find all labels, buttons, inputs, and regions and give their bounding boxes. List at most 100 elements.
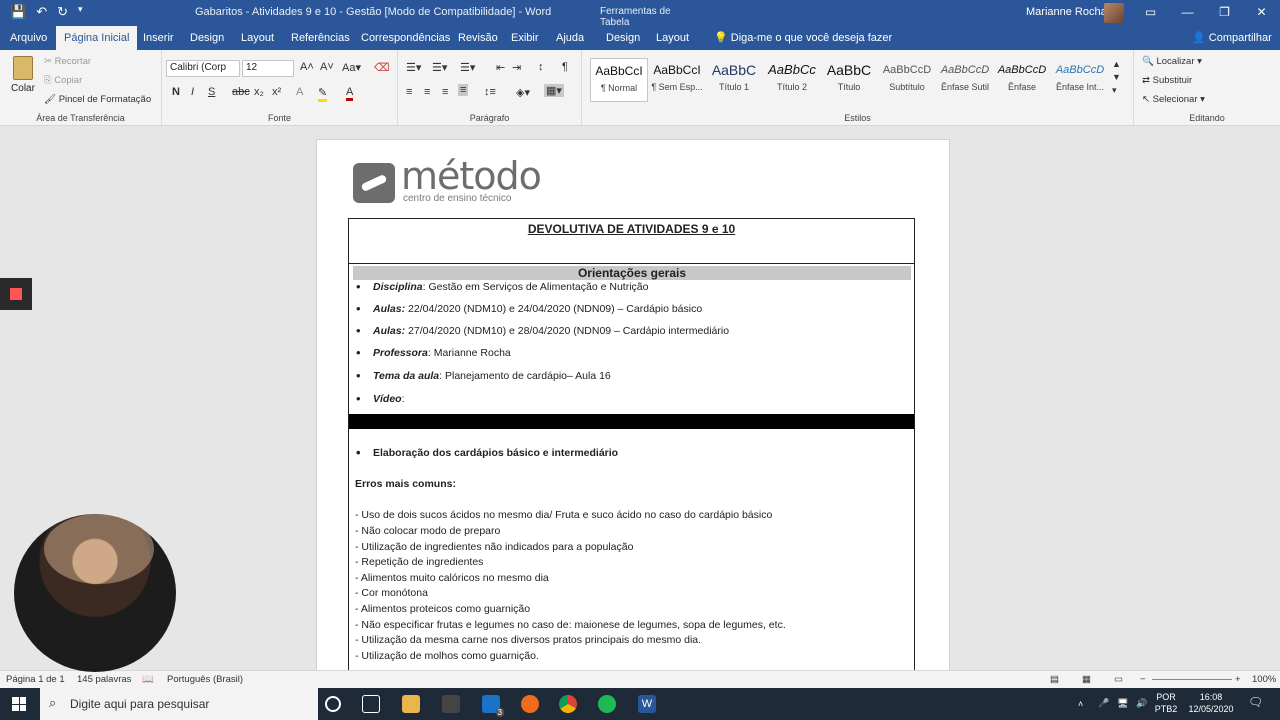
highlight-icon[interactable]: ✎ [318,86,328,102]
redo-icon[interactable]: ↻ [57,4,68,20]
zoom-in-icon[interactable]: + [1235,674,1241,685]
paste-button[interactable]: Colar [8,56,38,94]
style-heading-2[interactable]: AaBbCc Título 2 [763,58,821,102]
find-button[interactable]: 🔍 Localizar ▾ [1142,56,1202,67]
spotify-icon[interactable] [598,695,616,713]
mail-icon[interactable]: 3 [482,695,504,717]
font-color-icon[interactable]: A [346,86,354,101]
style-subtitle[interactable]: AaBbCcD Subtítulo [878,58,936,102]
tab-correspondencias[interactable]: Correspondências [353,26,458,50]
windows-start-icon[interactable] [12,697,26,711]
style-normal[interactable]: AaBbCcI ¶ Normal [590,58,648,102]
page-count[interactable]: Página 1 de 1 [6,674,65,685]
tab-revisao[interactable]: Revisão [450,26,506,50]
style-emphasis[interactable]: AaBbCcD Ênfase [993,58,1051,102]
multilevel-list-icon[interactable]: ☰▾ [460,61,475,74]
maximize-icon[interactable]: ❐ [1206,0,1243,26]
copy-button[interactable]: ⎘ Copiar [44,75,82,86]
notifications-icon[interactable]: 🗨 [1248,696,1263,708]
zoom-out-icon[interactable]: − [1140,674,1146,685]
ribbon-display-icon[interactable]: ▭ [1132,0,1169,26]
tab-layout[interactable]: Layout [233,26,282,50]
text-effects-icon[interactable]: A [296,86,303,98]
style-subtle-emphasis[interactable]: AaBbCcD Ênfase Sutil [936,58,994,102]
tab-table-design[interactable]: Design [598,26,648,50]
tab-design[interactable]: Design [182,26,232,50]
font-name-select[interactable]: Calibri (Corp [166,60,240,77]
tab-arquivo[interactable]: Arquivo [2,26,55,50]
document-table[interactable]: DEVOLUTIVA DE ATIVIDADES 9 e 10 Orientaç… [348,218,915,670]
cortana-icon[interactable] [325,696,341,712]
bold-icon[interactable]: N [172,86,180,98]
shading-icon[interactable]: ◈▾ [516,86,530,99]
chrome-icon[interactable] [559,695,577,713]
shrink-font-icon[interactable]: A˅ [320,61,334,73]
style-intense-emphasis[interactable]: AaBbCcD Ênfase Int... [1051,58,1109,102]
firefox-icon[interactable] [521,695,539,713]
volume-icon[interactable]: 🔊 [1136,697,1147,709]
read-mode-icon[interactable]: ▤ [1050,674,1059,685]
tab-exibir[interactable]: Exibir [503,26,547,50]
zoom-slider[interactable] [1152,679,1232,680]
strikethrough-icon[interactable]: abc [232,86,250,98]
clock[interactable]: 16:08 12/05/2020 [1186,691,1236,715]
document-page[interactable]: método centro de ensino técnico DEVOLUTI… [316,139,950,670]
style-title[interactable]: AaBbC Título [820,58,878,102]
language-indicator[interactable]: Português (Brasil) [167,674,243,685]
format-painter-button[interactable]: 🖌 Pincel de Formatação [44,94,151,105]
tab-referencias[interactable]: Referências [283,26,358,50]
change-case-icon[interactable]: Aa▾ [342,61,361,74]
sort-icon[interactable]: ↕ [538,61,544,73]
decrease-indent-icon[interactable]: ⇤ [496,61,505,74]
network-icon[interactable]: 🖥 [1117,697,1128,709]
replace-button[interactable]: ⇄ Substituir [1142,75,1192,86]
tab-ajuda[interactable]: Ajuda [548,26,592,50]
document-canvas[interactable]: método centro de ensino técnico DEVOLUTI… [0,126,1280,670]
tab-table-layout[interactable]: Layout [648,26,697,50]
align-left-icon[interactable]: ≡ [406,86,412,98]
tell-me-box[interactable]: 💡 Diga-me o que você deseja fazer [706,26,900,50]
customize-qat-icon[interactable]: ▾ [78,4,83,20]
superscript-icon[interactable]: x² [272,86,281,98]
avatar[interactable] [1104,3,1124,23]
style-no-spacing[interactable]: AaBbCcI ¶ Sem Esp... [648,58,706,102]
font-size-select[interactable]: 12 [242,60,294,77]
task-view-icon[interactable] [362,695,380,713]
pilcrow-icon[interactable]: ¶ [562,61,568,73]
input-language[interactable]: POR PTB2 [1152,691,1180,715]
save-icon[interactable]: 💾 [10,4,26,20]
subscript-icon[interactable]: x₂ [254,86,264,98]
user-name[interactable]: Marianne Rocha [1026,6,1107,18]
close-icon[interactable]: ✕ [1243,0,1280,26]
word-count[interactable]: 145 palavras [77,674,131,685]
show-hidden-icons-icon[interactable]: ˄ [1078,698,1083,710]
store-icon[interactable] [442,695,460,713]
italic-icon[interactable]: I [191,86,194,98]
file-explorer-icon[interactable] [402,695,420,713]
increase-indent-icon[interactable]: ⇥ [512,61,521,74]
minimize-icon[interactable]: — [1169,0,1206,26]
style-heading-1[interactable]: AaBbC Título 1 [705,58,763,102]
taskbar-search-box[interactable]: ⌕ Digite aqui para pesquisar [40,688,318,720]
web-layout-icon[interactable]: ▭ [1114,674,1123,685]
justify-icon[interactable]: ≡ [458,84,469,96]
microphone-icon[interactable]: 🎤 [1098,697,1109,709]
undo-icon[interactable]: ↶ [36,4,47,20]
select-button[interactable]: ↖ Selecionar ▾ [1142,94,1205,105]
tab-inserir[interactable]: Inserir [135,26,182,50]
borders-icon[interactable]: ▦▾ [544,84,564,97]
cut-button[interactable]: ✂ Recortar [44,56,91,67]
align-right-icon[interactable]: ≡ [442,86,448,98]
word-icon[interactable]: W [638,695,656,713]
underline-icon[interactable]: S [208,86,215,98]
recording-stop-button[interactable] [0,278,32,310]
zoom-level[interactable]: 100% [1252,674,1276,685]
share-button[interactable]: 👤 Compartilhar [1184,26,1280,50]
proofing-icon[interactable]: 📖 [142,674,154,685]
grow-font-icon[interactable]: A˄ [300,61,314,73]
numbering-icon[interactable]: ☰▾ [432,61,447,74]
print-layout-icon[interactable]: ▦ [1082,674,1091,685]
line-spacing-icon[interactable]: ↕≡ [484,86,496,98]
bullets-icon[interactable]: ☰▾ [406,61,421,74]
align-center-icon[interactable]: ≡ [424,86,430,98]
